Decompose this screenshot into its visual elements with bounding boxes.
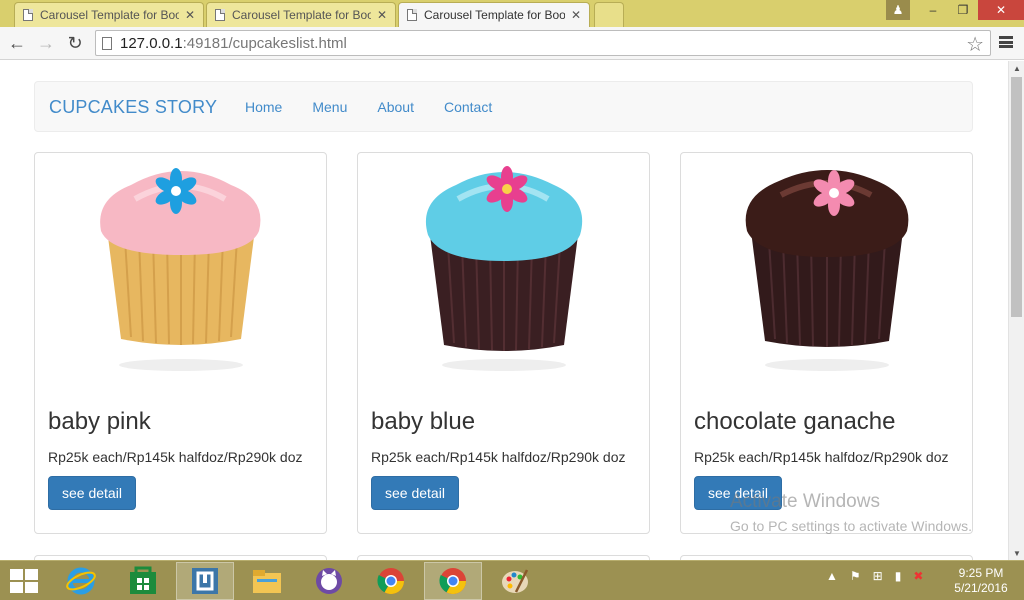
network-icon[interactable]: ✖ (913, 569, 923, 583)
nav-home[interactable]: Home (245, 99, 282, 115)
action-center-flag-icon[interactable]: ⚑ (850, 569, 861, 583)
tab-title: Carousel Template for Boo (232, 8, 371, 22)
scroll-up-arrow-icon[interactable]: ▲ (1009, 61, 1024, 75)
see-detail-button[interactable]: see detail (371, 476, 459, 510)
back-arrow-icon[interactable]: ← (6, 32, 28, 54)
windows-small-icon[interactable]: ⊞ (873, 569, 883, 583)
browser-tab-3-active[interactable]: Carousel Template for Boo ✕ (398, 2, 590, 27)
tab-title: Carousel Template for Boo (40, 8, 179, 22)
vertical-scrollbar[interactable]: ▲ ▼ (1008, 61, 1024, 560)
chrome-icon[interactable] (424, 562, 482, 600)
system-tray: ▲ ⚑ ⊞ ▮ ✖ (826, 569, 935, 583)
forward-arrow-icon[interactable]: → (35, 32, 57, 54)
nav-about[interactable]: About (377, 99, 414, 115)
tab-close-icon[interactable]: ✕ (571, 8, 581, 22)
tab-title: Carousel Template for Boo (424, 8, 565, 22)
product-price: Rp25k each/Rp145k halfdoz/Rp290k doz (694, 449, 949, 465)
user-profile-icon[interactable]: ♟ (886, 0, 910, 20)
file-explorer-icon[interactable] (238, 562, 296, 600)
chrome-icon[interactable] (362, 562, 420, 600)
page-icon (102, 36, 112, 50)
windows-start-icon[interactable] (10, 569, 38, 593)
tab-close-icon[interactable]: ✕ (377, 8, 387, 22)
product-name: baby pink (48, 408, 151, 435)
clock-time: 9:25 PM (958, 566, 1004, 580)
browser-tab-strip: Carousel Template for Boo ✕ Carousel Tem… (0, 0, 1024, 27)
page-icon (23, 9, 33, 21)
show-hidden-icons-icon[interactable]: ▲ (826, 569, 838, 583)
see-detail-button[interactable]: see detail (694, 476, 782, 510)
nav-links: Home Menu About Contact (245, 99, 522, 115)
site-navbar: CUPCAKES STORY Home Menu About Contact (34, 81, 973, 132)
new-tab-button[interactable] (594, 2, 624, 27)
taskbar-clock[interactable]: 9:25 PM 5/21/2016 (948, 566, 1014, 596)
page-icon (215, 9, 225, 21)
internet-explorer-icon[interactable] (52, 562, 110, 600)
url-host: 127.0.0.1 (120, 34, 183, 52)
github-app-icon[interactable] (300, 562, 358, 600)
address-bar[interactable]: 127.0.0.1:49181/cupcakeslist.html ☆ (95, 30, 991, 56)
browser-toolbar: ← → ↻ 127.0.0.1:49181/cupcakeslist.html … (0, 27, 1024, 60)
scroll-thumb[interactable] (1011, 77, 1022, 317)
restore-button[interactable]: ❐ (948, 0, 978, 20)
clock-date: 5/21/2016 (954, 581, 1008, 595)
url-path: :49181/cupcakeslist.html (182, 34, 347, 52)
product-card: baby pink Rp25k each/Rp145k halfdoz/Rp29… (34, 152, 327, 534)
minimize-button[interactable]: – (918, 0, 948, 20)
paint-icon[interactable] (486, 562, 544, 600)
page-icon (407, 9, 417, 21)
product-card: baby blue Rp25k each/Rp145k halfdoz/Rp29… (357, 152, 650, 534)
chrome-menu-icon[interactable] (998, 34, 1014, 50)
product-name: chocolate ganache (694, 408, 896, 435)
product-card: chocolate ganache Rp25k each/Rp145k half… (680, 152, 973, 534)
product-name: baby blue (371, 408, 476, 435)
cupcake-image (358, 159, 649, 379)
close-window-button[interactable]: ✕ (978, 0, 1024, 20)
tab-close-icon[interactable]: ✕ (185, 8, 195, 22)
browser-tab-1[interactable]: Carousel Template for Boo ✕ (14, 2, 204, 27)
site-brand[interactable]: CUPCAKES STORY (49, 97, 217, 118)
bookmark-star-icon[interactable]: ☆ (966, 32, 984, 57)
product-price: Rp25k each/Rp145k halfdoz/Rp290k doz (371, 449, 626, 465)
scroll-down-arrow-icon[interactable]: ▼ (1009, 546, 1024, 560)
cupcake-image (35, 159, 326, 379)
nav-contact[interactable]: Contact (444, 99, 492, 115)
visual-studio-icon[interactable] (176, 562, 234, 600)
browser-tab-2[interactable]: Carousel Template for Boo ✕ (206, 2, 396, 27)
nav-menu[interactable]: Menu (312, 99, 347, 115)
window-controls: ♟ – ❐ ✕ (886, 0, 1024, 20)
windows-taskbar: ▲ ⚑ ⊞ ▮ ✖ 9:25 PM 5/21/2016 (0, 560, 1024, 600)
battery-icon[interactable]: ▮ (895, 569, 902, 583)
reload-icon[interactable]: ↻ (64, 32, 86, 54)
cupcake-image (681, 159, 972, 379)
see-detail-button[interactable]: see detail (48, 476, 136, 510)
page-viewport: CUPCAKES STORY Home Menu About Contact b… (0, 61, 1008, 560)
product-price: Rp25k each/Rp145k halfdoz/Rp290k doz (48, 449, 303, 465)
windows-store-icon[interactable] (114, 562, 172, 600)
